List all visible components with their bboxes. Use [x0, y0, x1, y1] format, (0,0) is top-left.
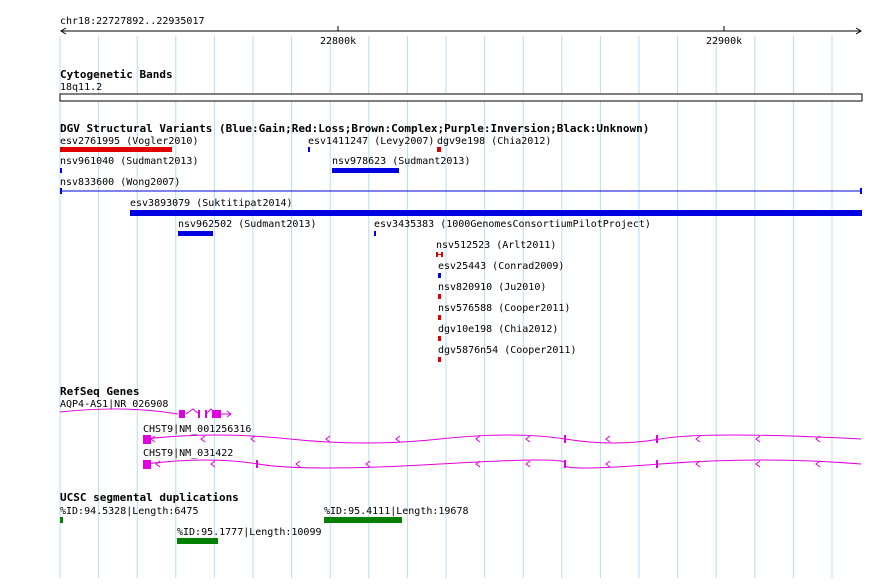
dgv-feature-label: dgv9e198 (Chia2012) [437, 136, 551, 147]
dgv-track[interactable]: DGV Structural Variants (Blue:Gain;Red:L… [60, 122, 862, 362]
segdup-label: %ID:95.1777|Length:10099 [177, 527, 322, 538]
dgv-feature-gain[interactable] [308, 147, 310, 152]
dgv-feature-label: nsv961040 (Sudmant2013) [60, 156, 198, 167]
gene-model-chst9-nm001256316[interactable] [144, 434, 862, 444]
dgv-feature-label: nsv978623 (Sudmant2013) [332, 156, 470, 167]
dgv-feature-label: esv3435383 (1000GenomesConsortiumPilotPr… [374, 219, 651, 230]
cytoband-track-title: Cytogenetic Bands [60, 68, 173, 81]
dgv-feature-label: dgv10e198 (Chia2012) [438, 324, 558, 335]
refseq-track-title: RefSeq Genes [60, 385, 139, 398]
exon [564, 460, 566, 468]
dgv-feature-label: nsv512523 (Arlt2011) [436, 240, 556, 251]
gene-label: CHST9|NM_031422 [143, 448, 233, 459]
genome-browser-panel: chr18:22727892..22935017 22800k 22900k C… [0, 0, 890, 580]
refseq-track[interactable]: RefSeq Genes AQP4-AS1|NR_026908 CHST9|NM… [59, 385, 862, 469]
segdup-label: %ID:94.5328|Length:6475 [60, 506, 198, 517]
dgv-feature-loss[interactable] [438, 315, 441, 320]
gene-model-chst9-nm031422[interactable] [144, 459, 862, 469]
dgv-feature-label: dgv5876n54 (Cooper2011) [438, 345, 576, 356]
dgv-feature-label: nsv576588 (Cooper2011) [438, 303, 570, 314]
dgv-feature-loss[interactable] [438, 357, 441, 362]
dgv-feature-loss[interactable] [437, 147, 441, 152]
exon [256, 460, 258, 468]
dgv-feature-label: nsv833600 (Wong2007) [60, 177, 180, 188]
dgv-feature-connector [436, 254, 443, 255]
exon [143, 460, 151, 469]
dgv-feature-gain[interactable] [178, 231, 213, 236]
dgv-feature-label: esv2761995 (Vogler2010) [60, 136, 198, 147]
exon [205, 410, 207, 418]
exon [212, 410, 221, 418]
dgv-feature-label: nsv962502 (Sudmant2013) [178, 219, 316, 230]
ruler[interactable]: chr18:22727892..22935017 22800k 22900k [60, 16, 862, 47]
dgv-feature-gain[interactable] [60, 168, 62, 173]
segdup-label: %ID:95.4111|Length:19678 [324, 506, 469, 517]
exon [656, 435, 658, 443]
ruler-position-label: chr18:22727892..22935017 [60, 16, 205, 27]
dgv-feature-label: nsv820910 (Ju2010) [438, 282, 546, 293]
ruler-tick-label-22800k: 22800k [320, 36, 356, 47]
cytoband-glyph[interactable] [59, 93, 863, 102]
gene-label: AQP4-AS1|NR_026908 [60, 399, 168, 410]
segdup-feature[interactable] [60, 517, 63, 523]
exon [656, 460, 658, 468]
dgv-feature-gain[interactable] [374, 231, 376, 236]
segdup-feature[interactable] [324, 517, 402, 523]
gene-label: CHST9|NM_001256316 [143, 424, 251, 435]
ruler-tick-label-22900k: 22900k [706, 36, 742, 47]
exon [179, 410, 185, 418]
dgv-feature-gain[interactable] [130, 210, 862, 216]
cytoband-track[interactable]: Cytogenetic Bands 18q11.2 [59, 68, 863, 102]
dgv-feature-label: esv25443 (Conrad2009) [438, 261, 564, 272]
dgv-track-title: DGV Structural Variants (Blue:Gain;Red:L… [60, 122, 649, 135]
dgv-feature-label: esv1411247 (Levy2007) [308, 136, 434, 147]
dgv-feature-gain[interactable] [438, 273, 441, 278]
dgv-feature-loss[interactable] [438, 294, 441, 299]
exon [143, 435, 151, 444]
dgv-feature-loss[interactable] [60, 147, 172, 152]
segdup-track-title: UCSC segmental duplications [60, 491, 239, 504]
track-canvas: chr18:22727892..22935017 22800k 22900k C… [59, 16, 863, 578]
dgv-feature-label: esv3893079 (Suktitipat2014) [130, 198, 293, 209]
segdup-feature[interactable] [177, 538, 218, 544]
cytoband-label: 18q11.2 [60, 82, 102, 93]
dgv-feature-gain[interactable] [332, 168, 399, 173]
exon [198, 410, 200, 418]
exon [564, 435, 566, 443]
dgv-feature-loss[interactable] [438, 336, 441, 341]
